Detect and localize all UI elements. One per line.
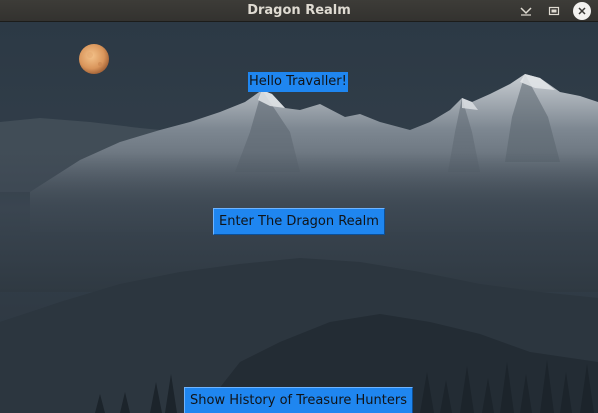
maximize-icon <box>548 6 560 16</box>
moon-icon <box>79 44 109 74</box>
maximize-button[interactable] <box>545 3 563 19</box>
enter-realm-button[interactable]: Enter The Dragon Realm <box>213 208 385 235</box>
window-title: Dragon Realm <box>247 3 351 18</box>
app-window: Dragon Realm Hello Travaller! Enter The … <box>0 0 598 413</box>
minimize-icon <box>520 7 532 16</box>
title-bar[interactable]: Dragon Realm <box>0 0 598 22</box>
greeting-label: Hello Travaller! <box>248 72 348 92</box>
close-button[interactable] <box>573 2 591 20</box>
show-history-button[interactable]: Show History of Treasure Hunters <box>184 387 413 413</box>
close-icon <box>578 7 586 15</box>
minimize-button[interactable] <box>517 3 535 19</box>
